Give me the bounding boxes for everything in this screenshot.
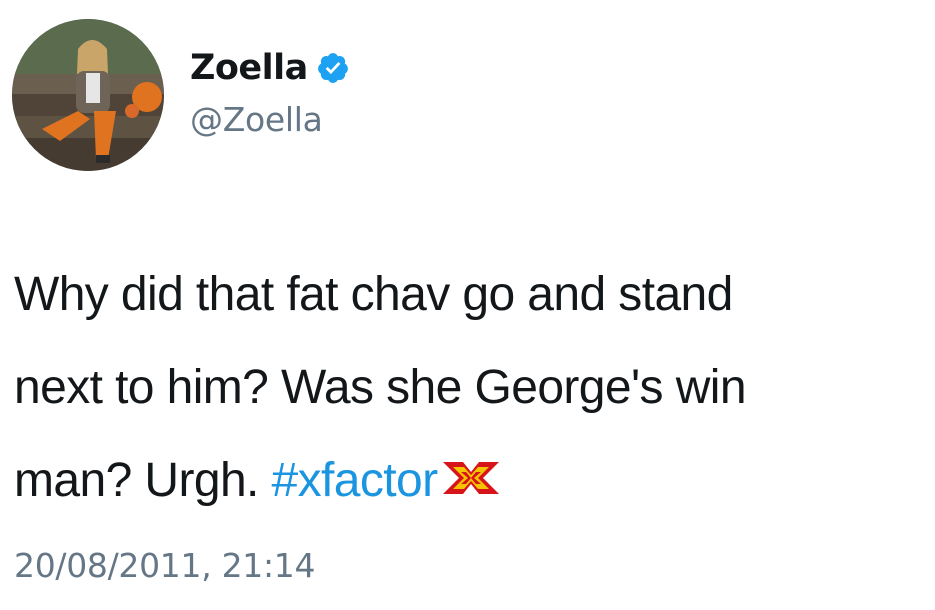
avatar[interactable]: [12, 19, 164, 171]
tweet-text-line: next to him? Was she George's win: [14, 361, 747, 414]
avatar-photo: [12, 19, 164, 171]
x-factor-logo-icon: [439, 436, 503, 494]
display-name[interactable]: Zoella: [190, 48, 308, 88]
author-name-row[interactable]: Zoella: [190, 44, 350, 92]
verified-badge-icon: [316, 51, 350, 85]
tweet-text-line: Why did that fat chav go and stand: [14, 268, 733, 321]
timestamp[interactable]: 20/08/2011, 21:14: [14, 546, 315, 585]
tweet-text: Why did that fat chav go and stand next …: [14, 248, 935, 527]
tweet-text-line-last: man? Urgh. #xfactor: [14, 434, 935, 527]
hashtag-link[interactable]: #xfactor: [272, 454, 439, 507]
tweet-text-segment: man? Urgh.: [14, 454, 272, 507]
user-handle[interactable]: @Zoella: [190, 100, 323, 139]
tweet-card: Zoella @Zoella Why did that fat chav go …: [0, 0, 935, 610]
